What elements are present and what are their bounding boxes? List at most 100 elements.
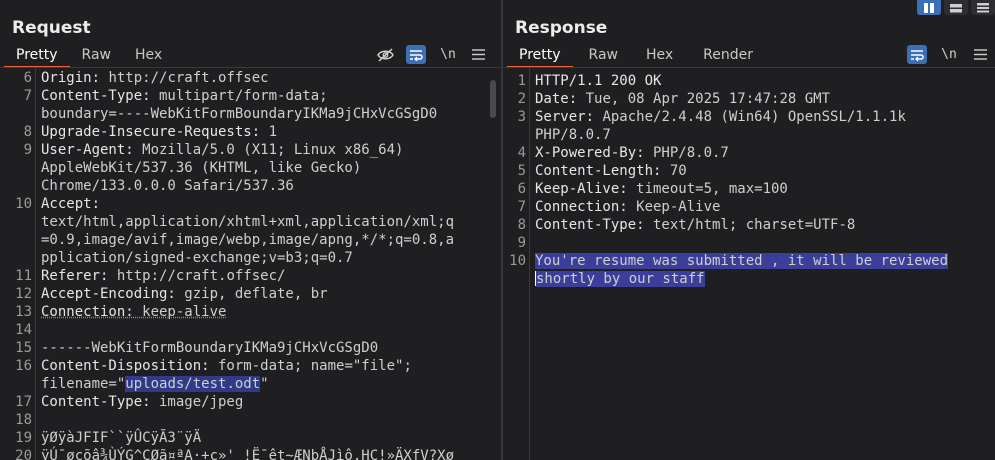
line-number: 15 xyxy=(15,340,32,356)
code-line: 17 Content-Type: image/jpeg xyxy=(0,393,501,411)
tab-hex[interactable]: Hex xyxy=(123,44,174,68)
code-line: 6 Keep-Alive: timeout=5, max=100 xyxy=(503,180,995,198)
line-number: 6 xyxy=(517,181,526,197)
newline-toggle[interactable]: \n xyxy=(438,45,458,64)
header-value: Apache/2.4.48 (Win64) OpenSSL/1.1.1k xyxy=(594,109,906,125)
code-line: AppleWebKit/537.36 (KHTML, like Gecko) xyxy=(0,159,501,177)
line-text: shortly by our staff xyxy=(530,270,995,288)
header-name: Upgrade-Insecure-Requests: xyxy=(41,124,261,140)
header-value: Keep-Alive xyxy=(627,199,721,215)
eye-off-icon[interactable] xyxy=(375,45,395,64)
line-number xyxy=(0,159,36,177)
scrollbar-thumb[interactable] xyxy=(490,80,496,118)
line-text: Content-Type: text/html; charset=UTF-8 xyxy=(530,216,995,234)
code-line: 8 Upgrade-Insecure-Requests: 1 xyxy=(0,123,501,141)
line-text xyxy=(36,321,501,339)
line-text: Accept-Encoding: gzip, deflate, br xyxy=(36,285,501,303)
line-text: Origin: http://craft.offsec xyxy=(36,69,501,87)
request-title: Request xyxy=(12,18,91,38)
line-text: ÿÚ¯øcõâ¾ÙÝG^CØã¤ªA·+c»'¸!Ë¯êt~ÆNbÅJìô,HC… xyxy=(36,447,501,460)
code-line: 5 Content-Length: 70 xyxy=(503,162,995,180)
line-number xyxy=(0,177,36,195)
line-number: 1 xyxy=(517,73,526,89)
code-line: 14 xyxy=(0,321,501,339)
line-number: 14 xyxy=(15,322,32,338)
header-value: text/html; charset=UTF-8 xyxy=(644,217,856,233)
header-value: AppleWebKit/537.36 (KHTML, like Gecko) xyxy=(41,160,362,176)
tab-pretty[interactable]: Pretty xyxy=(507,44,573,68)
search-highlight: uploads/test.odt xyxy=(125,376,261,392)
code-line: 18 xyxy=(0,411,501,429)
header-value: 1 xyxy=(260,124,278,140)
code-line: 9 User-Agent: Mozilla/5.0 (X11; Linux x86… xyxy=(0,141,501,159)
line-text: Referer: http://craft.offsec/ xyxy=(36,267,501,285)
menu-icon[interactable] xyxy=(970,45,990,64)
line-number: 12 xyxy=(15,286,32,302)
line-number xyxy=(503,126,530,144)
code-line: boundary=----WebKitFormBoundaryIKMa9jCHx… xyxy=(0,105,501,123)
selected-body-text: shortly by our staff xyxy=(536,271,705,287)
wrap-lines-icon[interactable] xyxy=(907,45,927,64)
line-text: =0.9,image/avif,image/webp,image/apng,*/… xyxy=(36,231,501,249)
newline-toggle[interactable]: \n xyxy=(939,45,959,64)
code-line: pplication/signed-exchange;v=b3;q=0.7 xyxy=(0,249,501,267)
header-name: X-Powered-By: xyxy=(535,145,645,161)
code-line: 7 Content-Type: multipart/form-data; xyxy=(0,87,501,105)
tabs-layout-icon[interactable] xyxy=(971,0,995,15)
split-vertical-icon[interactable] xyxy=(917,0,941,15)
header-value: pplication/signed-exchange;v=b3;q=0.7 xyxy=(41,250,353,266)
line-text: Content-Length: 70 xyxy=(530,162,995,180)
request-pane: Request Pretty Raw Hex \n 6 Origin: http:… xyxy=(0,0,501,460)
code-line: 8 Content-Type: text/html; charset=UTF-8 xyxy=(503,216,995,234)
wrap-lines-icon[interactable] xyxy=(406,45,426,64)
line-number: 8 xyxy=(517,217,526,233)
header-name: Content-Type: xyxy=(41,88,151,104)
line-text: Content-Disposition: form-data; name="fi… xyxy=(36,357,501,375)
line-number: 9 xyxy=(517,235,526,251)
line-text: boundary=----WebKitFormBoundaryIKMa9jCHx… xyxy=(36,105,501,123)
code-line: 3 Server: Apache/2.4.48 (Win64) OpenSSL/1… xyxy=(503,108,995,126)
line-number: 10 xyxy=(509,253,526,269)
response-pane: Response Pretty Raw Hex Render \n 1 HTTP/… xyxy=(503,0,995,460)
tab-raw[interactable]: Raw xyxy=(577,44,630,68)
code-line: 12 Accept-Encoding: gzip, deflate, br xyxy=(0,285,501,303)
request-editor[interactable]: 6 Origin: http://craft.offsec 7 Content-Typ… xyxy=(0,68,501,460)
header-value: PHP/8.0.7 xyxy=(535,127,611,143)
line-text: Chrome/133.0.0.0 Safari/537.36 xyxy=(36,177,501,195)
code-line: =0.9,image/avif,image/webp,image/apng,*/… xyxy=(0,231,501,249)
line-number: 8 xyxy=(23,124,32,140)
header-name: Connection: xyxy=(535,199,628,215)
header-value: Chrome/133.0.0.0 Safari/537.36 xyxy=(41,178,294,194)
tab-pretty[interactable]: Pretty xyxy=(4,44,70,68)
line-text xyxy=(36,411,501,429)
header-name: Server: xyxy=(535,109,595,125)
line-text: Server: Apache/2.4.48 (Win64) OpenSSL/1.… xyxy=(530,108,995,126)
line-text: Upgrade-Insecure-Requests: 1 xyxy=(36,123,501,141)
header-value: http://craft.offsec/ xyxy=(108,268,286,284)
tab-hex[interactable]: Hex xyxy=(634,44,685,68)
line-number xyxy=(0,375,36,393)
menu-icon[interactable] xyxy=(468,45,488,64)
header-value: boundary=----WebKitFormBoundaryIKMa9jCHx… xyxy=(41,106,438,122)
tab-render[interactable]: Render xyxy=(691,44,765,68)
line-number: 9 xyxy=(23,142,32,158)
header-value: filename="uploads/test.odt" xyxy=(41,376,269,392)
line-text: Connection: Keep-Alive xyxy=(530,198,995,216)
code-line: 6 Origin: http://craft.offsec xyxy=(0,69,501,87)
header-value: ÿÚ¯øcõâ¾ÙÝG^CØã¤ªA·+c»'¸!Ë¯êt~ÆNbÅJìô,HC… xyxy=(41,448,455,460)
line-number xyxy=(503,270,530,288)
tab-raw[interactable]: Raw xyxy=(70,44,123,68)
line-number: 19 xyxy=(15,430,32,446)
line-text: Date: Tue, 08 Apr 2025 17:47:28 GMT xyxy=(530,90,995,108)
header-value: =0.9,image/avif,image/webp,image/apng,*/… xyxy=(41,232,455,248)
line-text: X-Powered-By: PHP/8.0.7 xyxy=(530,144,995,162)
header-value: Tue, 08 Apr 2025 17:47:28 GMT xyxy=(577,91,831,107)
header-value: timeout=5, max=100 xyxy=(627,181,788,197)
response-editor[interactable]: 1 HTTP/1.1 200 OK 2 Date: Tue, 08 Apr 2025 … xyxy=(503,68,995,460)
line-text: Connection: keep-alive xyxy=(36,303,501,321)
line-text: PHP/8.0.7 xyxy=(530,126,995,144)
header-name: Referer: xyxy=(41,268,109,284)
line-number: 13 xyxy=(15,304,32,320)
line-number: 7 xyxy=(23,88,32,104)
split-horizontal-icon[interactable] xyxy=(944,0,968,15)
